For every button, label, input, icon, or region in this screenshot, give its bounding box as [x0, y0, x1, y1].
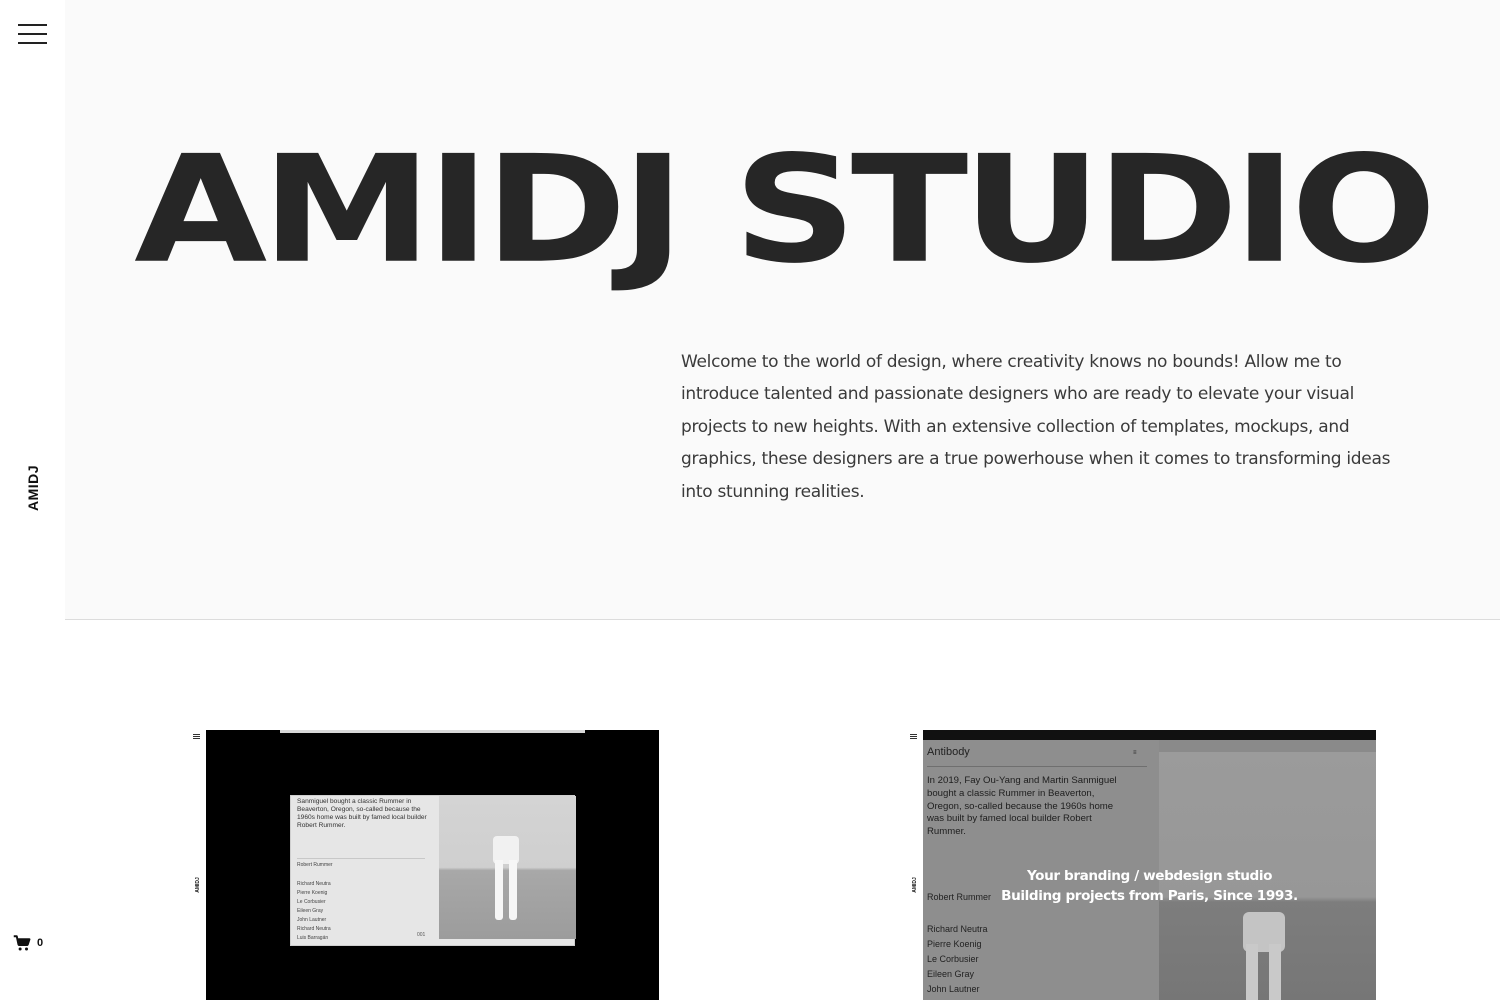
- hamburger-menu-icon[interactable]: [18, 24, 47, 44]
- list-item: Pierre Koenig: [297, 890, 328, 896]
- stool-photo: [439, 796, 576, 939]
- divider: [297, 858, 425, 859]
- shopping-cart-icon: [13, 935, 31, 951]
- preview-paragraph: Sanmiguel bought a classic Rummer in Bea…: [297, 798, 427, 829]
- list-item: Pierre Koenig: [927, 939, 982, 949]
- list-item: Richard Neutra: [297, 926, 331, 932]
- hero-section: AMIDJ STUDIO Welcome to the world of des…: [65, 0, 1500, 620]
- list-item: Richard Neutra: [927, 924, 988, 934]
- stool-image: [1243, 912, 1285, 1000]
- list-item: John Lautner: [927, 984, 980, 994]
- preview-heading: Robert Rummer: [297, 862, 333, 868]
- preview-menu-icon: ≡: [1133, 750, 1137, 756]
- architect-list: Richard Neutra Pierre Koenig Le Corbusie…: [927, 922, 988, 997]
- architect-list: Richard Neutra Pierre Koenig Le Corbusie…: [297, 880, 331, 943]
- list-item: Richard Neutra: [297, 881, 331, 887]
- card-overlay-caption: Your branding / webdesign studio Buildin…: [923, 866, 1376, 906]
- preview-paragraph: In 2019, Fay Ou-Yang and Martin Sanmigue…: [927, 775, 1117, 838]
- intro-paragraph: Welcome to the world of design, where cr…: [681, 352, 1391, 502]
- preview-logo: AMIDJ: [911, 877, 918, 893]
- cart-count: 0: [37, 937, 44, 949]
- list-item: Luis Barragán: [297, 935, 329, 941]
- sidebar-logo[interactable]: AMIDJ: [25, 465, 41, 511]
- preview-top-bar: [280, 730, 585, 733]
- divider: [927, 766, 1147, 767]
- preview-logo: AMIDJ: [194, 877, 201, 893]
- preview-top-bar: [923, 730, 1376, 740]
- stool-image: [493, 836, 519, 920]
- overlay-line-1: Your branding / webdesign studio: [1026, 868, 1273, 884]
- page-title: AMIDJ STUDIO: [134, 123, 1437, 296]
- sidebar: AMIDJ 0: [0, 0, 65, 1000]
- list-item: Le Corbusier: [927, 954, 979, 964]
- preview-menu-icon: [910, 734, 918, 740]
- list-item: Eileen Gray: [927, 969, 975, 979]
- cart-button[interactable]: 0: [13, 934, 43, 952]
- list-item: Eileen Gray: [297, 908, 324, 914]
- list-item: Le Corbusier: [297, 899, 326, 905]
- project-card-1[interactable]: Sanmiguel bought a classic Rummer in Bea…: [206, 730, 659, 1000]
- preview-brand: Antibody: [927, 746, 970, 758]
- preview-menu-icon: [193, 734, 201, 740]
- preview-number: 001: [417, 932, 426, 938]
- overlay-line-2: Building projects from Paris, Since 1993…: [1001, 888, 1298, 904]
- preview-panel: Sanmiguel bought a classic Rummer in Bea…: [290, 795, 576, 946]
- project-card-2[interactable]: Antibody ≡ In 2019, Fay Ou-Yang and Mart…: [923, 730, 1376, 1000]
- list-item: John Lautner: [297, 917, 327, 923]
